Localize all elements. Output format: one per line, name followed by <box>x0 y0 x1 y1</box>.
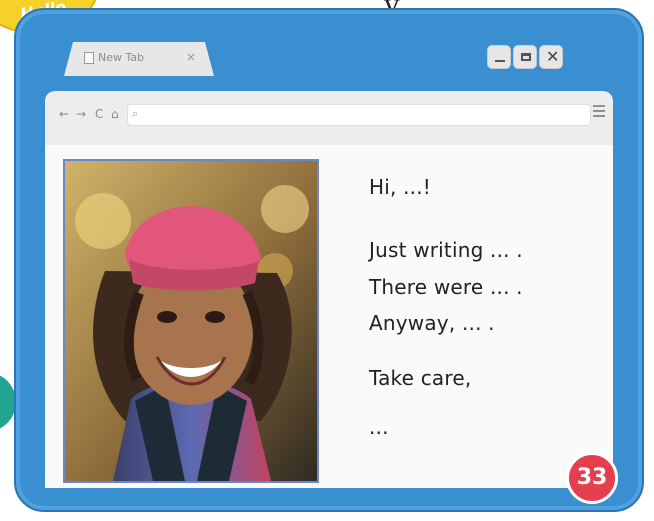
message-line-3: Anyway, ... . <box>369 311 495 335</box>
signature-line: ... <box>369 415 389 439</box>
message-line-2: There were ... . <box>369 275 523 299</box>
maximize-button[interactable] <box>513 45 537 69</box>
message-line-1: Just writing ... . <box>369 238 523 262</box>
page-content: Hi, ...! Just writing ... . There were .… <box>45 145 613 488</box>
greeting-line: Hi, ...! <box>369 175 432 199</box>
photo-smiling-girl <box>63 159 319 483</box>
search-icon: ⌕ <box>132 107 139 120</box>
home-button[interactable]: ⌂ <box>111 107 119 121</box>
page-icon <box>84 52 94 64</box>
reload-button[interactable]: C <box>95 107 103 121</box>
minimize-button[interactable] <box>487 45 511 69</box>
close-icon: ✕ <box>546 47 560 66</box>
photo-illustration <box>65 161 317 481</box>
page-number-badge: 33 <box>566 452 618 504</box>
close-window-button[interactable]: ✕ <box>539 45 563 69</box>
back-button[interactable]: ← <box>59 107 69 121</box>
browser-toolbar: ← → C ⌂ ⌕ <box>45 91 613 145</box>
closing-line: Take care, <box>369 366 472 390</box>
menu-icon[interactable] <box>593 105 605 117</box>
forward-button[interactable]: → <box>76 107 86 121</box>
tab-new-tab[interactable]: New Tab × <box>64 42 214 76</box>
address-bar[interactable]: ⌕ <box>127 104 591 126</box>
tab-close-button[interactable]: × <box>186 50 196 64</box>
tab-title: New Tab <box>98 51 145 64</box>
